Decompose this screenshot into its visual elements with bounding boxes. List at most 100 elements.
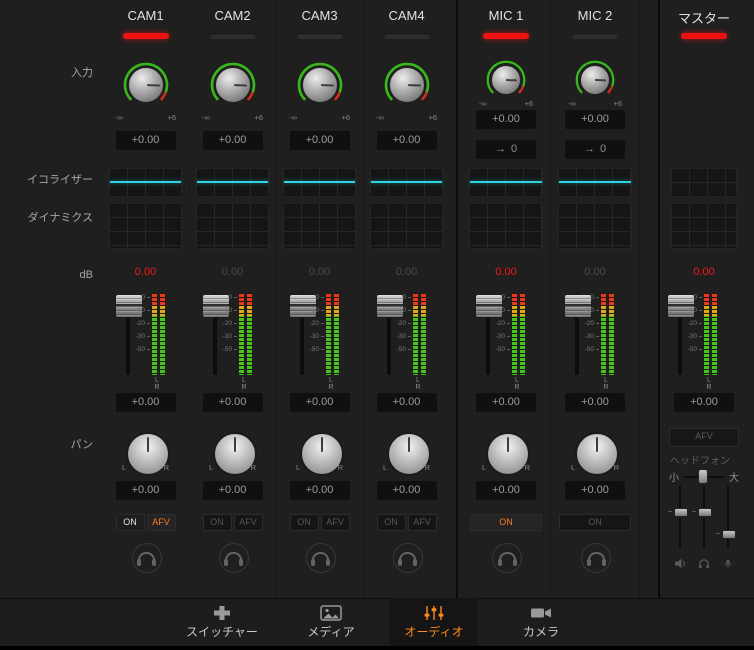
gain-knob[interactable]: [123, 62, 169, 108]
solo-button[interactable]: [305, 543, 336, 573]
scale-mark: -10: [397, 307, 411, 314]
dynamics-graph[interactable]: [558, 203, 632, 249]
tab-camera[interactable]: カメラ: [497, 598, 585, 646]
pan-left-label: L: [571, 463, 576, 472]
sidetone-level-slider[interactable]: [716, 486, 736, 548]
equalizer-graph[interactable]: [558, 168, 632, 197]
gain-value-field[interactable]: +0.00: [289, 131, 350, 150]
afv-button[interactable]: AFV: [320, 514, 350, 531]
solo-button[interactable]: [492, 543, 522, 573]
pan-knob[interactable]: [486, 432, 530, 476]
channel-buttons: ON: [559, 514, 631, 531]
solo-button[interactable]: [392, 543, 423, 573]
channel-fader: 0 -10 -20 -30 -50: [551, 291, 639, 379]
pan-value-field[interactable]: +0.00: [476, 481, 536, 500]
dynamics-graph[interactable]: [109, 203, 182, 249]
camera-icon: [530, 605, 552, 621]
pan-value-field[interactable]: +0.00: [202, 481, 263, 500]
on-button[interactable]: ON: [115, 514, 145, 531]
gain-value-field[interactable]: +0.00: [115, 131, 176, 150]
fader-value-field[interactable]: +0.00: [376, 393, 437, 412]
master-dynamics-graph[interactable]: [671, 203, 737, 249]
slider-handle[interactable]: [674, 508, 688, 517]
headphone-icon: [398, 552, 417, 566]
slider-handle[interactable]: [698, 508, 712, 517]
solo-button[interactable]: [218, 543, 249, 573]
master-afv-button[interactable]: AFV: [669, 428, 739, 447]
pan-value-field[interactable]: +0.00: [565, 481, 625, 500]
dynamics-graph[interactable]: [370, 203, 443, 249]
channel-fader: 0 -10 -20 -30 -50: [276, 291, 363, 379]
level-meter-right: [334, 293, 339, 375]
solo-button[interactable]: [581, 543, 611, 573]
fader-scale: 0 -10 -20 -30 -50: [496, 291, 510, 373]
delay-field[interactable]: → 0: [565, 140, 625, 159]
solo-button[interactable]: [131, 543, 162, 573]
scale-mark: -50: [223, 346, 237, 353]
fader-value-field[interactable]: +0.00: [202, 393, 263, 412]
equalizer-graph[interactable]: [109, 168, 182, 197]
slider-handle[interactable]: [722, 530, 736, 539]
scale-mark: -30: [688, 333, 702, 340]
on-button[interactable]: ON: [376, 514, 406, 531]
master-equalizer-graph[interactable]: [671, 168, 737, 197]
gain-knob[interactable]: [486, 60, 526, 100]
scale-mark: -30: [496, 333, 510, 340]
fader-value-field[interactable]: +0.00: [289, 393, 350, 412]
master-strip: マスター 0.00 0 -10 -20 -30 -50 L R +0.00 AF…: [664, 0, 744, 598]
on-button[interactable]: ON: [559, 514, 631, 531]
gain-value-field[interactable]: +0.00: [476, 110, 536, 129]
fader-scale: 0 -10 -20 -30 -50: [585, 291, 599, 373]
channel-buttons: ON AFV: [202, 514, 263, 531]
pan-value-field[interactable]: +0.00: [376, 481, 437, 500]
delay-field[interactable]: → 0: [476, 140, 536, 159]
dynamics-graph[interactable]: [469, 203, 543, 249]
fader-scale: 0 -10 -20 -30 -50: [223, 291, 237, 373]
slider-tick: [716, 533, 720, 534]
pan-value-field[interactable]: +0.00: [289, 481, 350, 500]
level-meters: [601, 293, 614, 375]
master-fader-value-field[interactable]: +0.00: [674, 393, 734, 412]
talkback-level-slider[interactable]: [692, 486, 712, 548]
scale-mark: -50: [310, 346, 324, 353]
fader-value-field[interactable]: +0.00: [565, 393, 625, 412]
gain-knob[interactable]: [297, 62, 343, 108]
equalizer-graph[interactable]: [469, 168, 543, 197]
gain-knob[interactable]: [210, 62, 256, 108]
equalizer-graph[interactable]: [283, 168, 356, 197]
on-button[interactable]: ON: [289, 514, 319, 531]
fader-scale: 0 -10 -20 -30 -50: [397, 291, 411, 373]
dynamics-graph[interactable]: [196, 203, 269, 249]
pan-value-field[interactable]: +0.00: [115, 481, 176, 500]
gain-max-label: +6: [613, 99, 622, 108]
gain-value-field[interactable]: +0.00: [565, 110, 625, 129]
db-readout: 0.00: [221, 266, 244, 278]
gain-knob[interactable]: [575, 60, 615, 100]
gain-value-field[interactable]: +0.00: [202, 131, 263, 150]
channel-buttons: ON AFV: [289, 514, 350, 531]
tab-audio[interactable]: オーディオ: [390, 598, 478, 646]
fader-value-field[interactable]: +0.00: [115, 393, 176, 412]
pan-knob[interactable]: [575, 432, 619, 476]
program-level-slider[interactable]: [668, 486, 688, 548]
fader-value-field[interactable]: +0.00: [476, 393, 536, 412]
tab-switcher[interactable]: スイッチャー: [170, 598, 274, 646]
on-button[interactable]: ON: [202, 514, 232, 531]
level-meter-left: [512, 293, 517, 375]
knob-pointer: [581, 66, 610, 95]
headphone-level-handle[interactable]: [698, 469, 708, 484]
dynamics-graph[interactable]: [283, 203, 356, 249]
equalizer-graph[interactable]: [196, 168, 269, 197]
equalizer-graph[interactable]: [370, 168, 443, 197]
pan-left-label: L: [383, 463, 388, 472]
on-button[interactable]: ON: [470, 514, 542, 531]
afv-button[interactable]: AFV: [407, 514, 437, 531]
scale-mark: -10: [223, 307, 237, 314]
afv-button[interactable]: AFV: [146, 514, 176, 531]
tab-media[interactable]: メディア: [287, 598, 375, 646]
afv-button[interactable]: AFV: [233, 514, 263, 531]
tally-indicator: [209, 33, 256, 39]
gain-knob[interactable]: [384, 62, 430, 108]
atem-audio-mixer-page: 入力 イコライザー ダイナミクス dB パン CAM1 -∞ +6 +0.00 …: [0, 0, 754, 650]
gain-value-field[interactable]: +0.00: [376, 131, 437, 150]
